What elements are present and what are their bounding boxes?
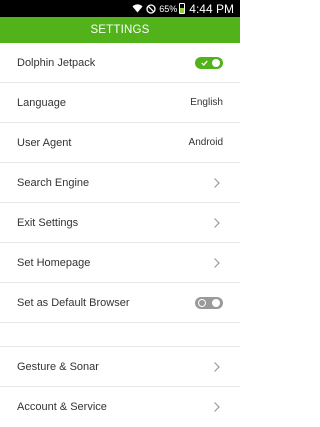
setting-exit-settings[interactable]: Exit Settings — [0, 203, 240, 243]
toggle-knob — [212, 58, 220, 67]
toggle-off-ring — [198, 298, 206, 307]
setting-label: Account & Service — [17, 401, 107, 413]
setting-set-homepage[interactable]: Set Homepage — [0, 243, 240, 283]
setting-dolphin-jetpack[interactable]: Dolphin Jetpack — [0, 43, 240, 83]
language-value: English — [190, 97, 223, 108]
clock: 4:44 PM — [189, 1, 234, 16]
settings-list: Dolphin Jetpack Language English User Ag… — [0, 43, 240, 427]
status-bar: 65% 4:44 PM — [0, 0, 240, 17]
wifi-icon — [132, 4, 143, 13]
setting-label: Search Engine — [17, 176, 90, 189]
setting-label: Language — [17, 96, 66, 109]
chevron-right-icon — [213, 257, 221, 269]
chevron-right-icon — [213, 217, 221, 229]
battery-icon — [179, 3, 186, 14]
default-browser-toggle[interactable] — [195, 296, 223, 309]
user-agent-value: Android — [188, 137, 223, 148]
page-title: SETTINGS — [90, 24, 150, 36]
chevron-right-icon — [213, 177, 221, 189]
dolphin-jetpack-toggle[interactable] — [195, 56, 223, 69]
toggle-knob — [212, 298, 220, 307]
setting-user-agent[interactable]: User Agent Android — [0, 123, 240, 163]
chevron-right-icon — [213, 401, 221, 413]
setting-label: Set Homepage — [17, 256, 91, 269]
setting-label: Dolphin Jetpack — [17, 56, 96, 69]
page-title-bar: SETTINGS — [0, 17, 240, 43]
setting-account-service[interactable]: Account & Service — [0, 387, 240, 427]
no-signal-icon — [146, 3, 156, 14]
setting-gesture-sonar[interactable]: Gesture & Sonar — [0, 347, 240, 387]
setting-label: Set as Default Browser — [17, 296, 130, 309]
setting-language[interactable]: Language English — [0, 83, 240, 123]
setting-search-engine[interactable]: Search Engine — [0, 163, 240, 203]
setting-label: Gesture & Sonar — [17, 360, 99, 373]
section-divider — [0, 323, 240, 347]
setting-default-browser[interactable]: Set as Default Browser — [0, 283, 240, 323]
setting-label: Exit Settings — [17, 216, 79, 229]
setting-label: User Agent — [17, 136, 72, 149]
check-icon — [198, 57, 210, 69]
battery-percent: 65% — [159, 3, 178, 14]
chevron-right-icon — [213, 361, 221, 373]
